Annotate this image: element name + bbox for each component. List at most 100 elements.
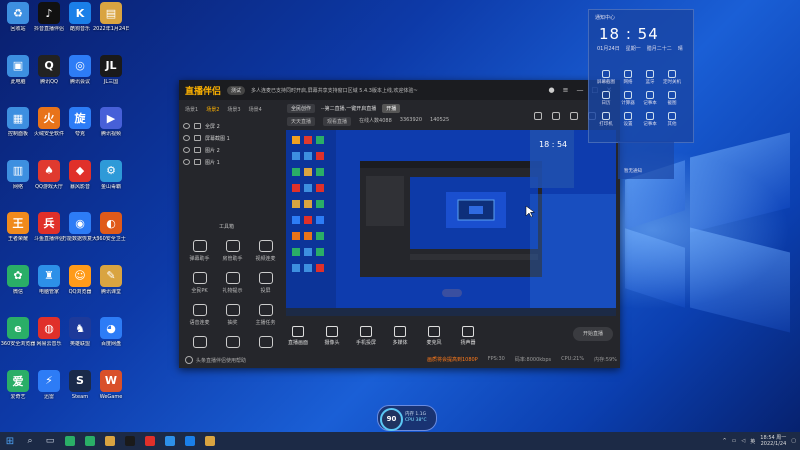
tray-chevron-icon[interactable]: ^ bbox=[722, 438, 726, 444]
layout-icon[interactable] bbox=[552, 112, 560, 120]
taskbar-app-8[interactable] bbox=[200, 432, 220, 450]
quick-action[interactable]: 打印机 bbox=[595, 112, 617, 127]
quick-action[interactable]: 屏幕截图 bbox=[595, 70, 617, 85]
tray-network-icon[interactable]: ▭ bbox=[732, 438, 737, 444]
quick-action-label: 计算器 bbox=[621, 101, 635, 106]
quality-button[interactable]: 全民创作 bbox=[287, 104, 316, 113]
taskbar-app-4[interactable] bbox=[120, 432, 140, 450]
layer-item[interactable]: 全屏 2 bbox=[183, 120, 283, 132]
tool-item[interactable] bbox=[249, 336, 282, 351]
lock-icon[interactable] bbox=[194, 123, 201, 129]
flyout-footer: 暂无通知 bbox=[624, 169, 642, 174]
bottom-tool[interactable]: 多媒体 bbox=[389, 326, 411, 346]
layer-item[interactable]: 图片 1 bbox=[183, 156, 283, 168]
desktop-app-icon: Q bbox=[38, 54, 60, 77]
pc-button[interactable]: 开播 bbox=[382, 104, 401, 113]
layer-item[interactable]: 图片 2 bbox=[183, 144, 283, 156]
tool-item[interactable]: 礼物提示 bbox=[216, 272, 249, 294]
help-hint[interactable]: 头条直播伴侣使用帮助 bbox=[185, 356, 246, 364]
desktop-icon-label: 2022年1月24日 bbox=[93, 26, 129, 32]
quick-action[interactable]: 日历 bbox=[595, 91, 617, 106]
quick-action[interactable]: 计算器 bbox=[617, 91, 639, 106]
lock-icon[interactable] bbox=[194, 135, 201, 141]
desktop-icon[interactable]: ⚙ 金山毒霸 bbox=[93, 159, 129, 190]
tool-icon bbox=[225, 272, 240, 284]
taskbar-task-view[interactable]: ▭ bbox=[40, 432, 60, 450]
bottom-tool[interactable]: 手机投屏 bbox=[355, 326, 377, 346]
scene-tab[interactable]: 场景4 bbox=[249, 106, 262, 113]
quick-action[interactable]: 蓝牙 bbox=[639, 70, 661, 85]
app-badge[interactable]: 测试 bbox=[227, 85, 246, 95]
desktop-icon[interactable]: ◐ 360安全卫士 bbox=[93, 212, 129, 242]
desktop-icon[interactable]: W WeGame bbox=[93, 369, 129, 400]
desktop-icon[interactable]: ◕ 百度网盘 bbox=[93, 317, 129, 347]
desktop-icon-label: 百度网盘 bbox=[100, 341, 121, 347]
tray-lang[interactable]: 英 bbox=[750, 438, 755, 445]
stat-viewers[interactable]: 天天直播 bbox=[287, 117, 316, 126]
layer-item[interactable]: 屏幕截图 1 bbox=[183, 132, 283, 144]
quick-action[interactable]: 其他 bbox=[661, 112, 683, 127]
bottom-tool[interactable]: 麦克风 bbox=[423, 326, 445, 346]
notification-icon[interactable]: ▢ bbox=[791, 438, 796, 444]
tool-item[interactable]: 主播任务 bbox=[249, 304, 282, 326]
quick-action[interactable]: 记事本 bbox=[639, 112, 661, 127]
taskbar-clock[interactable]: 18:54 周一 2022/1/24 bbox=[760, 435, 786, 447]
resource-monitor-widget[interactable]: 90 内存 1.1G CPU 38°C bbox=[377, 405, 437, 431]
desktop-icon[interactable]: ▤ 2022年1月24日 bbox=[93, 2, 129, 32]
scene-tab[interactable]: 场景1 bbox=[185, 106, 198, 113]
desktop-icon[interactable]: ▶ 腾讯视频 bbox=[93, 107, 129, 137]
quick-action[interactable]: 网络 bbox=[617, 70, 639, 85]
avatar-icon[interactable]: ● bbox=[549, 86, 555, 94]
eye-icon[interactable] bbox=[183, 135, 190, 141]
tool-item[interactable]: 抽奖 bbox=[216, 304, 249, 326]
quick-action[interactable]: 截图 bbox=[661, 91, 683, 106]
desktop-icon[interactable]: ✎ 腾讯课堂 bbox=[93, 264, 129, 295]
eye-icon[interactable] bbox=[183, 159, 190, 165]
taskbar-app-3[interactable] bbox=[100, 432, 120, 450]
quick-action[interactable]: 定时关机 bbox=[661, 70, 683, 85]
flyout-date-row: 01月24日 星期一 腊月二十二 晴 bbox=[597, 45, 685, 52]
desktop-app-icon: ◆ bbox=[69, 159, 91, 182]
share-icon[interactable] bbox=[534, 112, 542, 120]
taskbar-app-5[interactable] bbox=[140, 432, 160, 450]
scene-tab[interactable]: 场景2 bbox=[206, 106, 219, 113]
quick-action[interactable]: 设置 bbox=[617, 112, 639, 127]
lock-icon[interactable] bbox=[194, 147, 201, 153]
desktop-app-icon: 兵 bbox=[38, 212, 60, 234]
tool-label: 视频连麦 bbox=[255, 256, 276, 262]
bottom-tool[interactable]: 扬声器 bbox=[457, 326, 479, 346]
lock-icon[interactable] bbox=[194, 159, 201, 165]
tool-item[interactable] bbox=[216, 336, 249, 351]
grid-icon[interactable] bbox=[570, 112, 578, 120]
desktop-app-icon: S bbox=[69, 369, 91, 392]
eye-icon[interactable] bbox=[183, 123, 190, 129]
status-mem: 内存:59% bbox=[594, 357, 617, 363]
menu-icon[interactable]: ≡ bbox=[563, 86, 569, 94]
bottom-tool[interactable]: 直播画面 bbox=[287, 326, 309, 346]
svg-text:18 : 54: 18 : 54 bbox=[539, 140, 567, 149]
minimize-icon[interactable]: — bbox=[577, 86, 584, 94]
tool-item[interactable]: 房管助手 bbox=[216, 240, 249, 262]
tool-item[interactable]: 语音连麦 bbox=[183, 304, 216, 326]
eye-icon[interactable] bbox=[183, 147, 190, 153]
taskbar-app-1[interactable] bbox=[60, 432, 80, 450]
quick-action[interactable]: 记事本 bbox=[639, 91, 661, 106]
tool-item[interactable]: 全民PK bbox=[183, 272, 216, 294]
taskbar-app-6[interactable] bbox=[160, 432, 180, 450]
tool-item[interactable]: 视频连麦 bbox=[249, 240, 282, 262]
stat-recv[interactable]: 观看直播 bbox=[323, 117, 352, 126]
quick-action-icon bbox=[668, 70, 676, 78]
tool-item[interactable]: 弹幕助手 bbox=[183, 240, 216, 262]
taskbar-app-2[interactable] bbox=[80, 432, 100, 450]
live-preview[interactable]: 18 : 54 bbox=[286, 130, 616, 316]
desktop-icon[interactable]: JL JL三国 bbox=[93, 54, 129, 85]
taskbar-search[interactable]: ⌕ bbox=[20, 432, 40, 450]
taskbar-app-7[interactable] bbox=[180, 432, 200, 450]
scene-tab[interactable]: 场景3 bbox=[227, 106, 240, 113]
tool-item[interactable]: 投屏 bbox=[249, 272, 282, 294]
tray-volume-icon[interactable]: ◁ bbox=[741, 438, 745, 444]
taskbar-windows-start[interactable]: ⊞ bbox=[0, 432, 20, 450]
tool-item[interactable] bbox=[183, 336, 216, 351]
bottom-tool[interactable]: 摄像头 bbox=[321, 326, 343, 346]
start-live-button[interactable]: 开始直播 bbox=[573, 327, 613, 341]
